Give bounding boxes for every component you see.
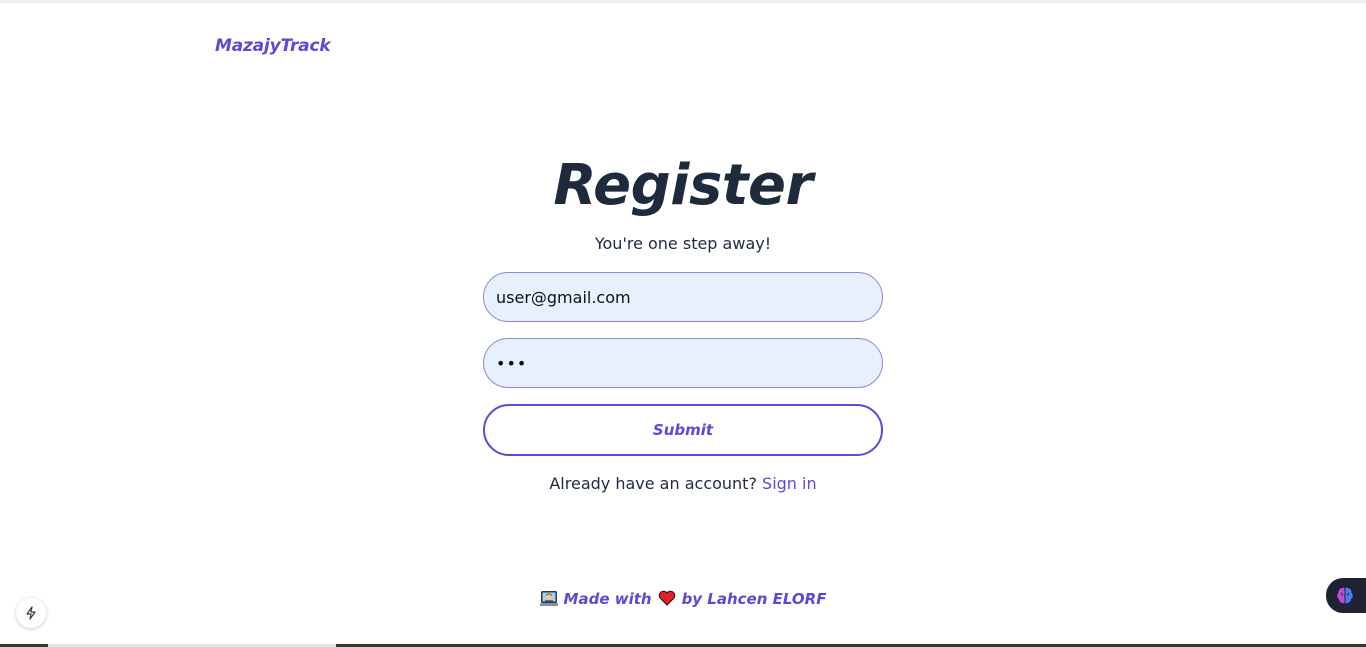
footer-credit: Made with by Lahcen ELORF bbox=[0, 588, 1366, 610]
lightning-bolt-button[interactable] bbox=[16, 598, 46, 628]
signin-link[interactable]: Sign in bbox=[762, 474, 817, 493]
brain-icon bbox=[1337, 587, 1353, 603]
password-field[interactable] bbox=[483, 338, 883, 388]
page-subtitle: You're one step away! bbox=[594, 234, 772, 253]
submit-button[interactable]: Submit bbox=[483, 404, 883, 456]
technologist-emoji-icon bbox=[539, 591, 558, 606]
page-title: Register bbox=[553, 153, 813, 218]
brand-logo-link[interactable]: MazajyTrack bbox=[215, 36, 331, 56]
footer-author: by Lahcen ELORF bbox=[681, 590, 827, 608]
signin-prompt-text: Already have an account? bbox=[549, 474, 757, 493]
top-divider bbox=[0, 0, 1366, 3]
heart-emoji-icon bbox=[658, 590, 675, 606]
brain-widget-button[interactable] bbox=[1326, 578, 1366, 613]
signin-prompt-line: Already have an account? Sign in bbox=[0, 474, 1366, 494]
lightning-bolt-icon bbox=[26, 606, 36, 620]
footer-made-with: Made with bbox=[563, 590, 652, 608]
register-page: MazajyTrack Register You're one step awa… bbox=[0, 0, 1366, 647]
email-field[interactable] bbox=[483, 272, 883, 322]
